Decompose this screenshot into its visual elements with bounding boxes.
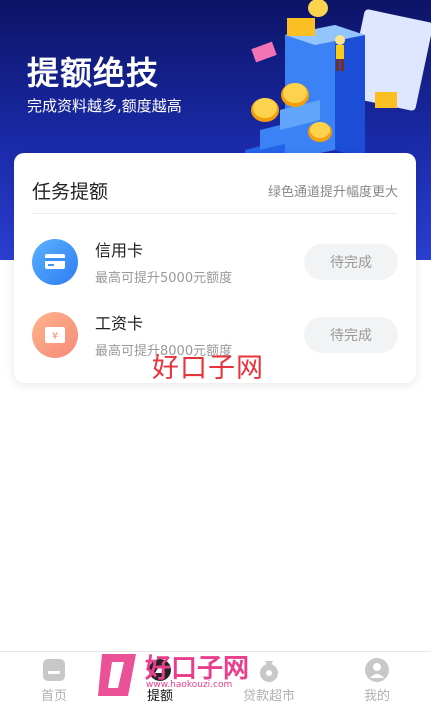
tab-mine[interactable]: 我的 (323, 652, 431, 704)
tab-home[interactable]: 首页 (0, 652, 108, 704)
hero-subtitle: 完成资料越多,额度越高 (27, 97, 182, 115)
divider (32, 213, 398, 214)
tab-label: 我的 (363, 689, 390, 704)
watermark: 好口子网 (152, 353, 264, 384)
brand-url: www.haokouzi.com (146, 680, 233, 690)
task-card-title: 任务提额 (32, 181, 109, 203)
credit-card-icon (32, 239, 78, 285)
home-icon (43, 659, 65, 681)
task-card-hint: 绿色通道提升幅度更大 (267, 185, 398, 200)
svg-text:¥: ¥ (52, 331, 58, 342)
pending-button[interactable]: 待完成 (304, 317, 398, 353)
task-row-desc: 最高可提升5000元额度 (95, 271, 233, 286)
pending-button[interactable]: 待完成 (304, 244, 398, 280)
money-bag-icon (260, 661, 278, 682)
user-icon (365, 658, 389, 682)
tab-label: 首页 (40, 689, 67, 704)
task-row-name: 信用卡 (95, 241, 144, 260)
task-row-credit-card[interactable]: 信用卡 最高可提升5000元额度 待完成 (14, 232, 416, 292)
hero-title: 提额绝技 (27, 54, 160, 92)
task-row-name: 工资卡 (95, 314, 144, 333)
salary-card-icon: ¥ (32, 312, 78, 358)
